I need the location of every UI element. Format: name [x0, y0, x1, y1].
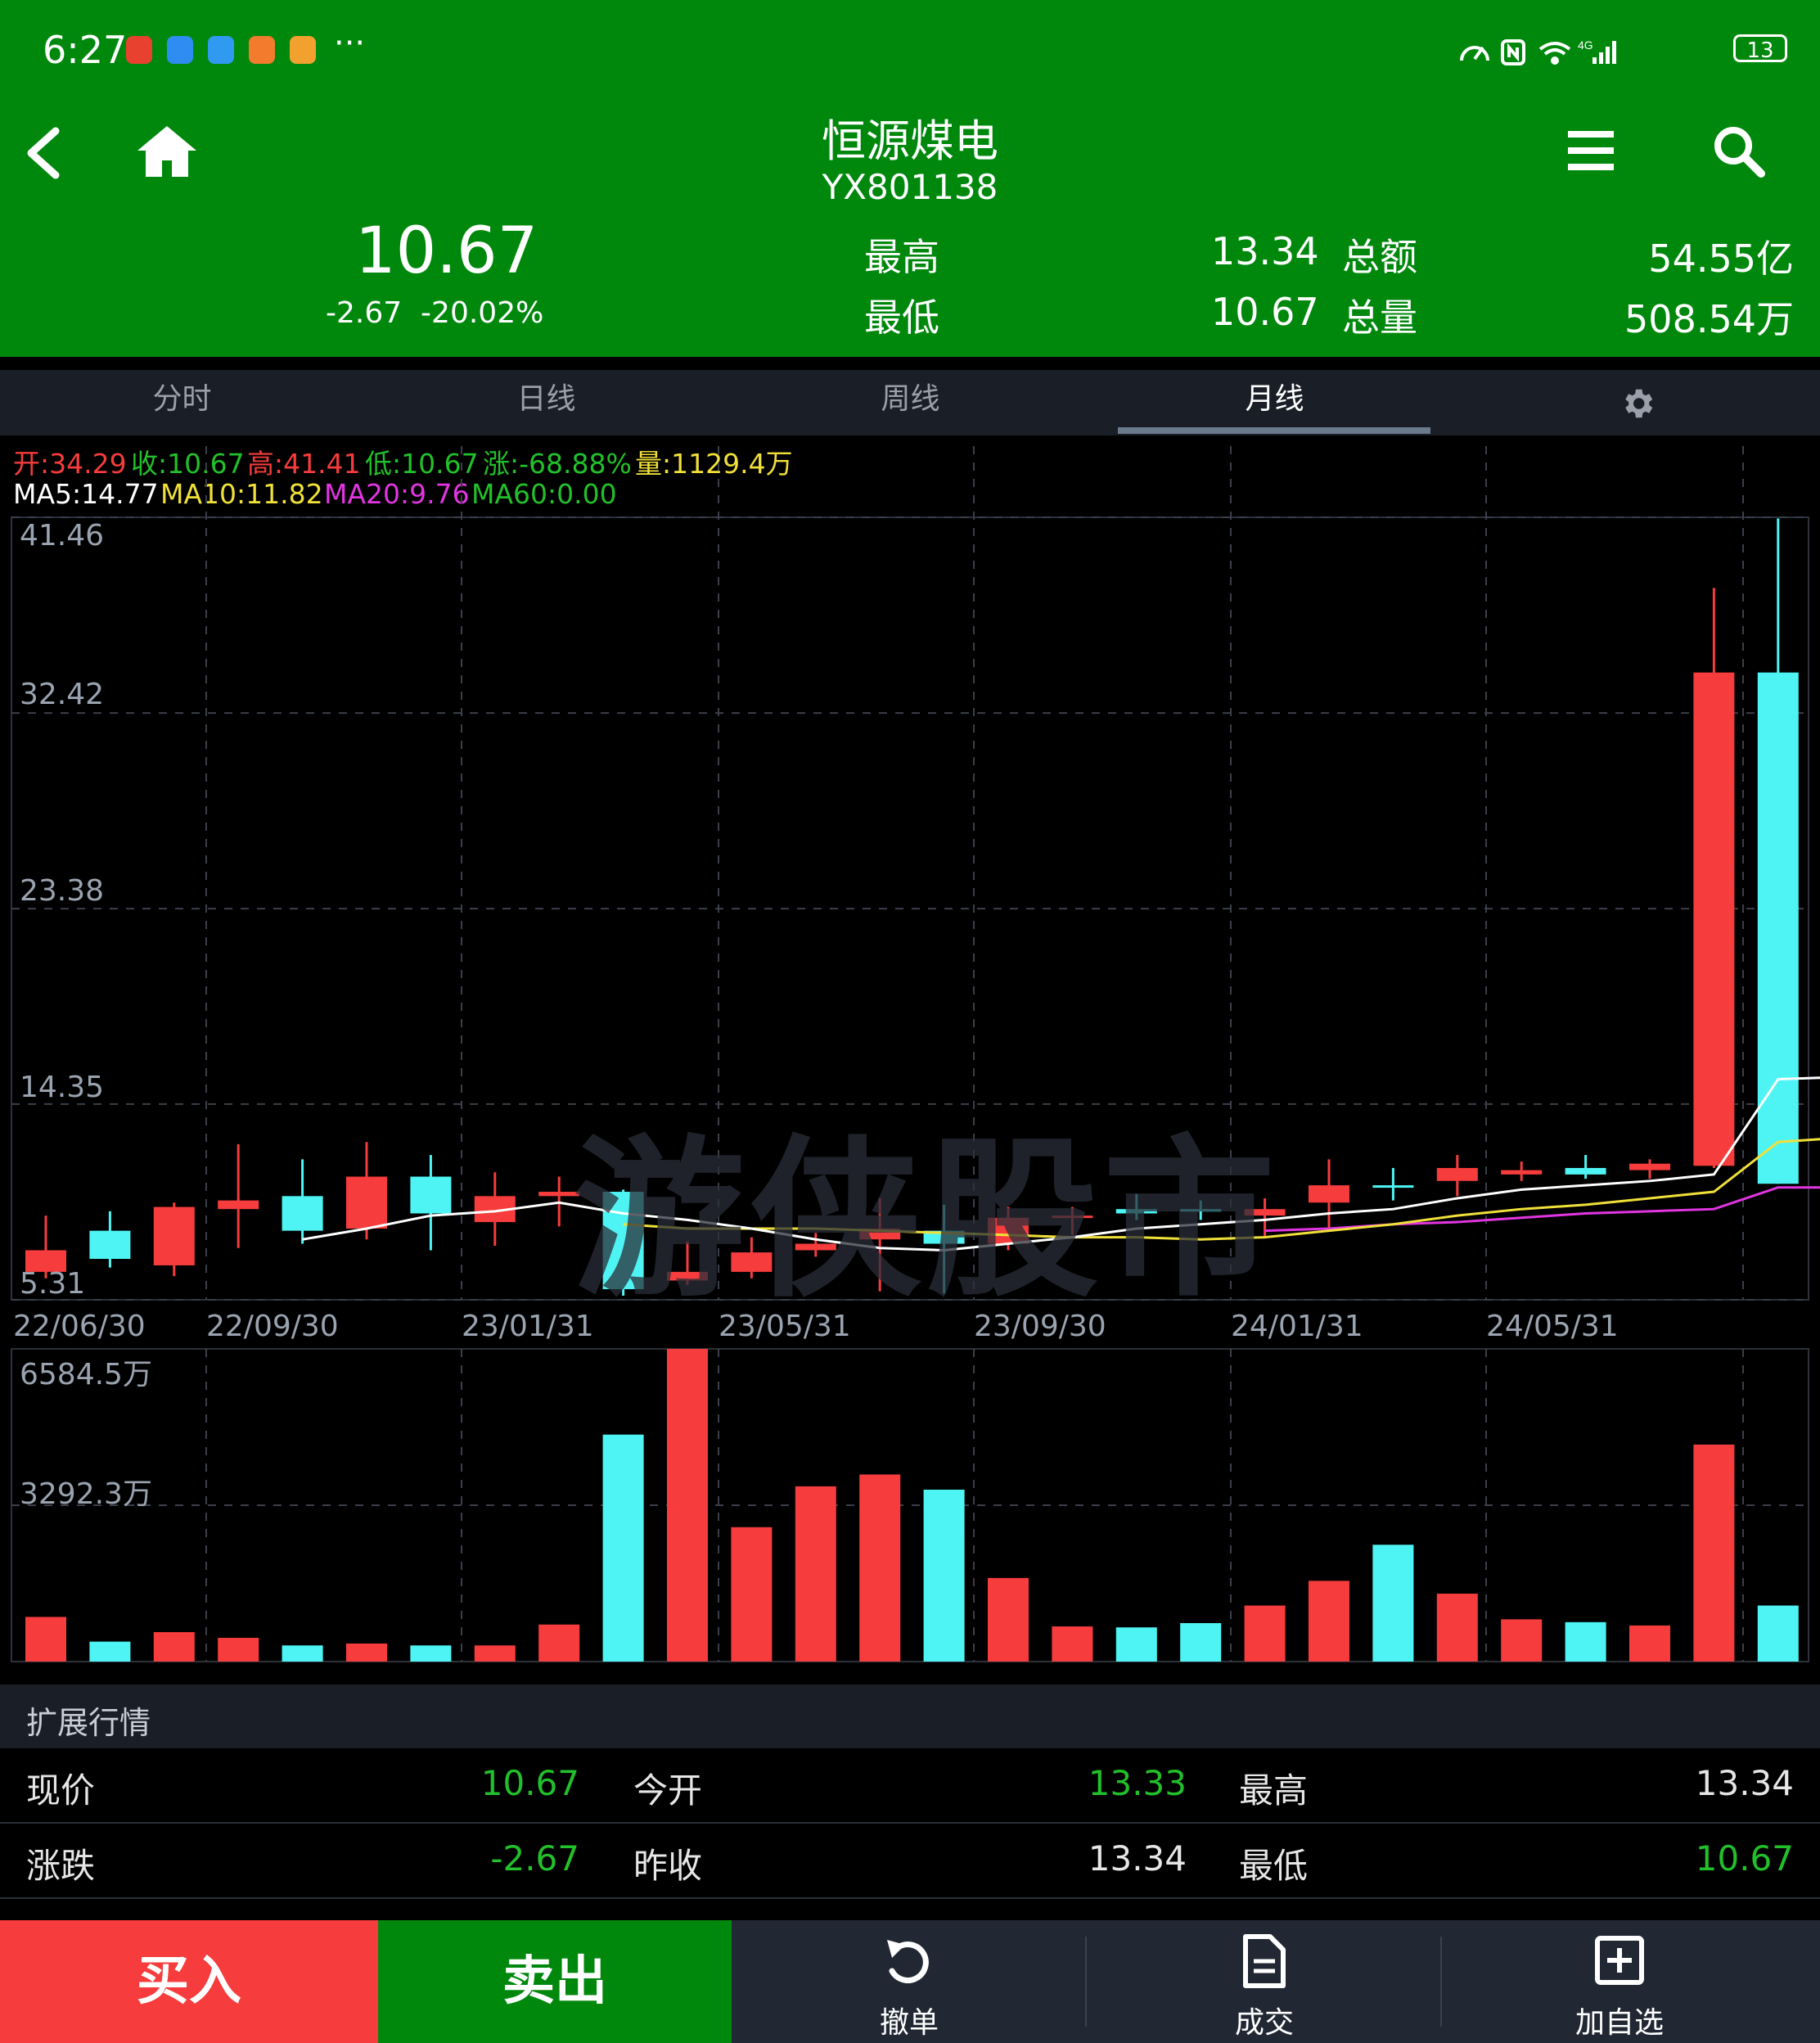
bottom-toolbar: 撤单 成交 加自选	[732, 1920, 1820, 2043]
price-tick: 41.46	[20, 519, 105, 552]
volume-bar	[346, 1643, 387, 1662]
candle-body	[1693, 672, 1735, 1166]
candle-body	[1757, 672, 1799, 1184]
volume-bar	[410, 1645, 452, 1662]
volume-bar	[988, 1577, 1029, 1662]
price-tick: 14.35	[20, 1071, 105, 1104]
candle-body	[218, 1200, 259, 1210]
volume-bar	[89, 1641, 131, 1662]
volume-tick: 6584.5万	[20, 1358, 152, 1391]
volume-bar	[538, 1624, 580, 1662]
candle-body	[282, 1196, 323, 1231]
quote-value: 13.34	[1695, 1763, 1794, 1803]
buy-button[interactable]: 买入	[0, 1920, 378, 2043]
date-tick: 24/05/31	[1486, 1310, 1619, 1343]
candle-body	[1372, 1185, 1414, 1188]
watermark: 游侠股市	[573, 1120, 1281, 1320]
document-icon	[1243, 1934, 1286, 1988]
volume-bar	[1693, 1444, 1735, 1662]
volume-bar	[795, 1486, 836, 1662]
volume-bar	[731, 1527, 773, 1662]
volume-bar	[153, 1632, 195, 1662]
deals-button[interactable]: 成交	[1087, 1920, 1442, 2043]
volume-bar	[1052, 1626, 1093, 1662]
date-tick: 24/01/31	[1231, 1310, 1363, 1343]
quote-label: 昨收	[633, 1846, 703, 1886]
candle-body	[1436, 1167, 1478, 1181]
volume-bar	[1501, 1619, 1543, 1662]
volume-bar	[1115, 1627, 1157, 1662]
volume-bar	[1757, 1605, 1799, 1662]
quote-label: 最高	[1239, 1770, 1309, 1811]
cancel-order-label: 撤单	[879, 2006, 939, 2040]
quote-value: 13.34	[1088, 1838, 1187, 1878]
candle-body	[1565, 1167, 1606, 1175]
quote-label: 涨跌	[26, 1846, 96, 1886]
volume-bar	[282, 1645, 323, 1662]
quote-value: 10.67	[480, 1763, 579, 1803]
extended-quotes-title: 扩展行情	[26, 1705, 151, 1741]
volume-bar	[218, 1637, 259, 1662]
date-tick: 23/09/30	[974, 1310, 1106, 1343]
volume-bar	[1629, 1625, 1670, 1662]
candle-body	[1501, 1170, 1543, 1175]
add-watchlist-button[interactable]: 加自选	[1442, 1920, 1797, 2043]
volume-bar	[923, 1489, 965, 1662]
volume-bar	[1309, 1581, 1349, 1662]
price-tick: 32.42	[20, 678, 105, 711]
add-square-icon	[1595, 1936, 1644, 1985]
quote-row: 现价 10.67 今开 13.33 最高 13.34	[0, 1748, 1820, 1824]
volume-bar	[25, 1617, 66, 1662]
price-tick: 5.31	[20, 1267, 86, 1301]
candle-body	[153, 1206, 195, 1265]
candle-body	[1629, 1163, 1670, 1170]
cancel-order-button[interactable]: 撤单	[732, 1920, 1087, 2043]
quote-label: 今开	[633, 1770, 703, 1811]
quote-value: 13.33	[1088, 1763, 1187, 1803]
date-tick: 23/05/31	[719, 1310, 851, 1343]
volume-bar	[1372, 1545, 1414, 1662]
quote-value: 10.67	[1695, 1838, 1794, 1878]
volume-bar	[1244, 1605, 1286, 1662]
date-tick: 23/01/31	[462, 1310, 594, 1343]
price-tick: 23.38	[20, 874, 105, 908]
volume-bar	[474, 1645, 516, 1662]
undo-icon	[887, 1940, 929, 1983]
volume-bar	[1436, 1594, 1478, 1662]
candle-body	[89, 1230, 131, 1260]
candle-body	[1309, 1185, 1349, 1203]
extended-quotes-header	[0, 1684, 1820, 1748]
volume-tick: 3292.3万	[20, 1477, 152, 1511]
quote-label: 最低	[1239, 1846, 1309, 1886]
quote-row: 涨跌 -2.67 昨收 13.34 最低 10.67	[0, 1824, 1820, 1899]
sell-button[interactable]: 卖出	[378, 1920, 732, 2043]
volume-bar	[602, 1434, 644, 1662]
kline-chart[interactable]	[0, 0, 1820, 1686]
volume-bar	[1565, 1621, 1606, 1662]
deals-label: 成交	[1234, 2006, 1294, 2040]
date-tick: 22/09/30	[206, 1310, 339, 1343]
add-watchlist-label: 加自选	[1574, 2006, 1664, 2040]
quote-value: -2.67	[490, 1838, 579, 1878]
date-tick: 22/06/30	[13, 1310, 146, 1343]
quote-label: 现价	[26, 1770, 96, 1811]
volume-bar	[667, 1349, 708, 1662]
volume-bar	[1180, 1623, 1222, 1662]
volume-bar	[859, 1474, 901, 1662]
candle-body	[410, 1176, 452, 1214]
candle-body	[346, 1176, 387, 1229]
